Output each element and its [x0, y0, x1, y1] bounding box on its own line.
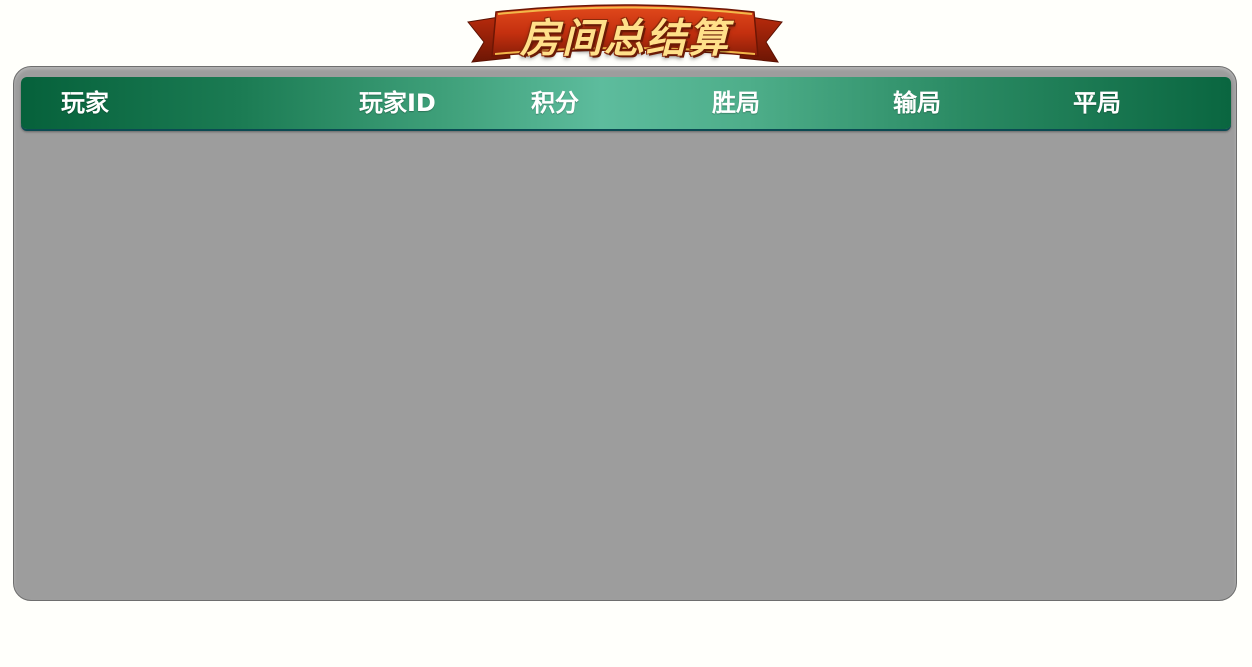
- column-header-wins: 胜局: [712, 89, 760, 117]
- banner-title: 房间总结算: [520, 15, 730, 62]
- column-header-score: 积分: [531, 89, 579, 117]
- column-header-draws: 平局: [1073, 89, 1121, 117]
- column-header-losses: 输局: [893, 89, 941, 117]
- results-panel: 玩家 玩家ID 积分 胜局 输局 平局: [13, 66, 1237, 601]
- table-header: 玩家 玩家ID 积分 胜局 输局 平局: [21, 77, 1231, 129]
- column-header-player: 玩家: [61, 89, 109, 117]
- column-header-player-id: 玩家ID: [359, 89, 436, 117]
- title-banner: 房间总结算: [466, 0, 784, 70]
